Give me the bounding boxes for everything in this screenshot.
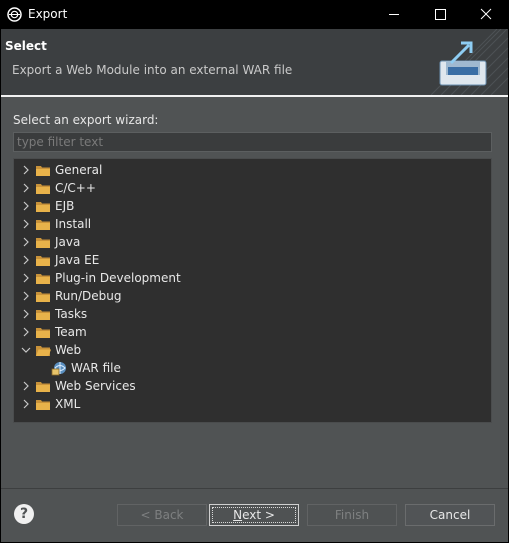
wizard-list-label: Select an export wizard:: [13, 113, 159, 127]
filter-input[interactable]: [13, 132, 492, 152]
wizard-banner: Select Export a Web Module into an exter…: [1, 29, 508, 95]
minimize-icon[interactable]: [371, 0, 417, 29]
tree-item[interactable]: XML: [16, 395, 486, 413]
chevron-right-icon[interactable]: [21, 291, 31, 301]
page-description: Export a Web Module into an external WAR…: [12, 63, 293, 77]
tree-item[interactable]: Run/Debug: [16, 287, 486, 305]
folder-icon: [36, 220, 50, 230]
tree-item-label: Tasks: [55, 307, 88, 321]
chevron-right-icon[interactable]: [21, 309, 31, 319]
tree-item-label: XML: [55, 397, 81, 411]
finish-button[interactable]: Finish: [307, 504, 397, 526]
tree-item-label: Web Services: [55, 379, 136, 393]
page-title: Select: [5, 39, 47, 53]
tree-item-label: Install: [55, 217, 92, 231]
tree-item[interactable]: Team: [16, 323, 486, 341]
tree-item[interactable]: WAR file: [16, 359, 486, 377]
help-icon[interactable]: ?: [14, 504, 34, 524]
eclipse-icon: [7, 7, 22, 22]
chevron-right-icon[interactable]: [21, 327, 31, 337]
tree-item-label: Web: [55, 343, 82, 357]
dialog-body: Select Export a Web Module into an exter…: [1, 29, 508, 542]
folder-icon: [36, 328, 50, 338]
folder-icon: [36, 310, 50, 320]
chevron-right-icon[interactable]: [21, 165, 31, 175]
chevron-right-icon[interactable]: [21, 183, 31, 193]
tree-item[interactable]: Tasks: [16, 305, 486, 323]
tree-item-label: EJB: [55, 199, 75, 213]
focus-ring: [212, 507, 296, 523]
chevron-right-icon[interactable]: [21, 201, 31, 211]
tree-item-label: Run/Debug: [55, 289, 122, 303]
tree-item[interactable]: Web Services: [16, 377, 486, 395]
tree-item-label: WAR file: [71, 361, 121, 375]
back-button[interactable]: < Back: [117, 504, 207, 526]
chevron-right-icon[interactable]: [21, 237, 31, 247]
folder-icon: [36, 166, 50, 176]
tree-item-label: Java EE: [55, 253, 100, 267]
chevron-down-icon[interactable]: [21, 345, 31, 355]
folder-icon: [36, 382, 50, 392]
cancel-button[interactable]: Cancel: [405, 504, 495, 526]
chevron-right-icon[interactable]: [21, 381, 31, 391]
folder-icon: [36, 400, 50, 410]
header-divider: [1, 95, 508, 97]
tree-item-label: Plug-in Development: [55, 271, 181, 285]
tree-item[interactable]: EJB: [16, 197, 486, 215]
tree-item-label: General: [55, 163, 103, 177]
tree-item[interactable]: Plug-in Development: [16, 269, 486, 287]
folder-icon: [36, 274, 50, 284]
tree-item[interactable]: Web: [16, 341, 486, 359]
tree-item-label: Team: [55, 325, 87, 339]
war-file-icon: [51, 362, 66, 376]
tree-item[interactable]: Install: [16, 215, 486, 233]
tree-item[interactable]: General: [16, 161, 486, 179]
title-bar: Export: [0, 0, 509, 29]
folder-icon: [36, 238, 50, 248]
tree-item[interactable]: Java: [16, 233, 486, 251]
folder-icon: [36, 346, 51, 356]
folder-icon: [36, 292, 50, 302]
chevron-right-icon[interactable]: [21, 273, 31, 283]
window-title: Export: [28, 7, 68, 21]
chevron-right-icon[interactable]: [21, 219, 31, 229]
folder-icon: [36, 202, 50, 212]
chevron-right-icon[interactable]: [21, 399, 31, 409]
chevron-right-icon[interactable]: [21, 255, 31, 265]
folder-icon: [36, 256, 50, 266]
tree-item-label: C/C++: [55, 181, 96, 195]
close-icon[interactable]: [463, 0, 509, 29]
wizard-tree[interactable]: General C/C++ EJB Install Java Java EE Plug-in…: [13, 158, 492, 423]
maximize-icon[interactable]: [417, 0, 463, 29]
footer-divider: [1, 488, 508, 489]
tree-item-label: Java: [55, 235, 81, 249]
next-button[interactable]: Next >: [209, 504, 299, 526]
tree-item[interactable]: C/C++: [16, 179, 486, 197]
export-wizard-icon: [430, 29, 508, 95]
folder-icon: [36, 184, 50, 194]
tree-item[interactable]: Java EE: [16, 251, 486, 269]
